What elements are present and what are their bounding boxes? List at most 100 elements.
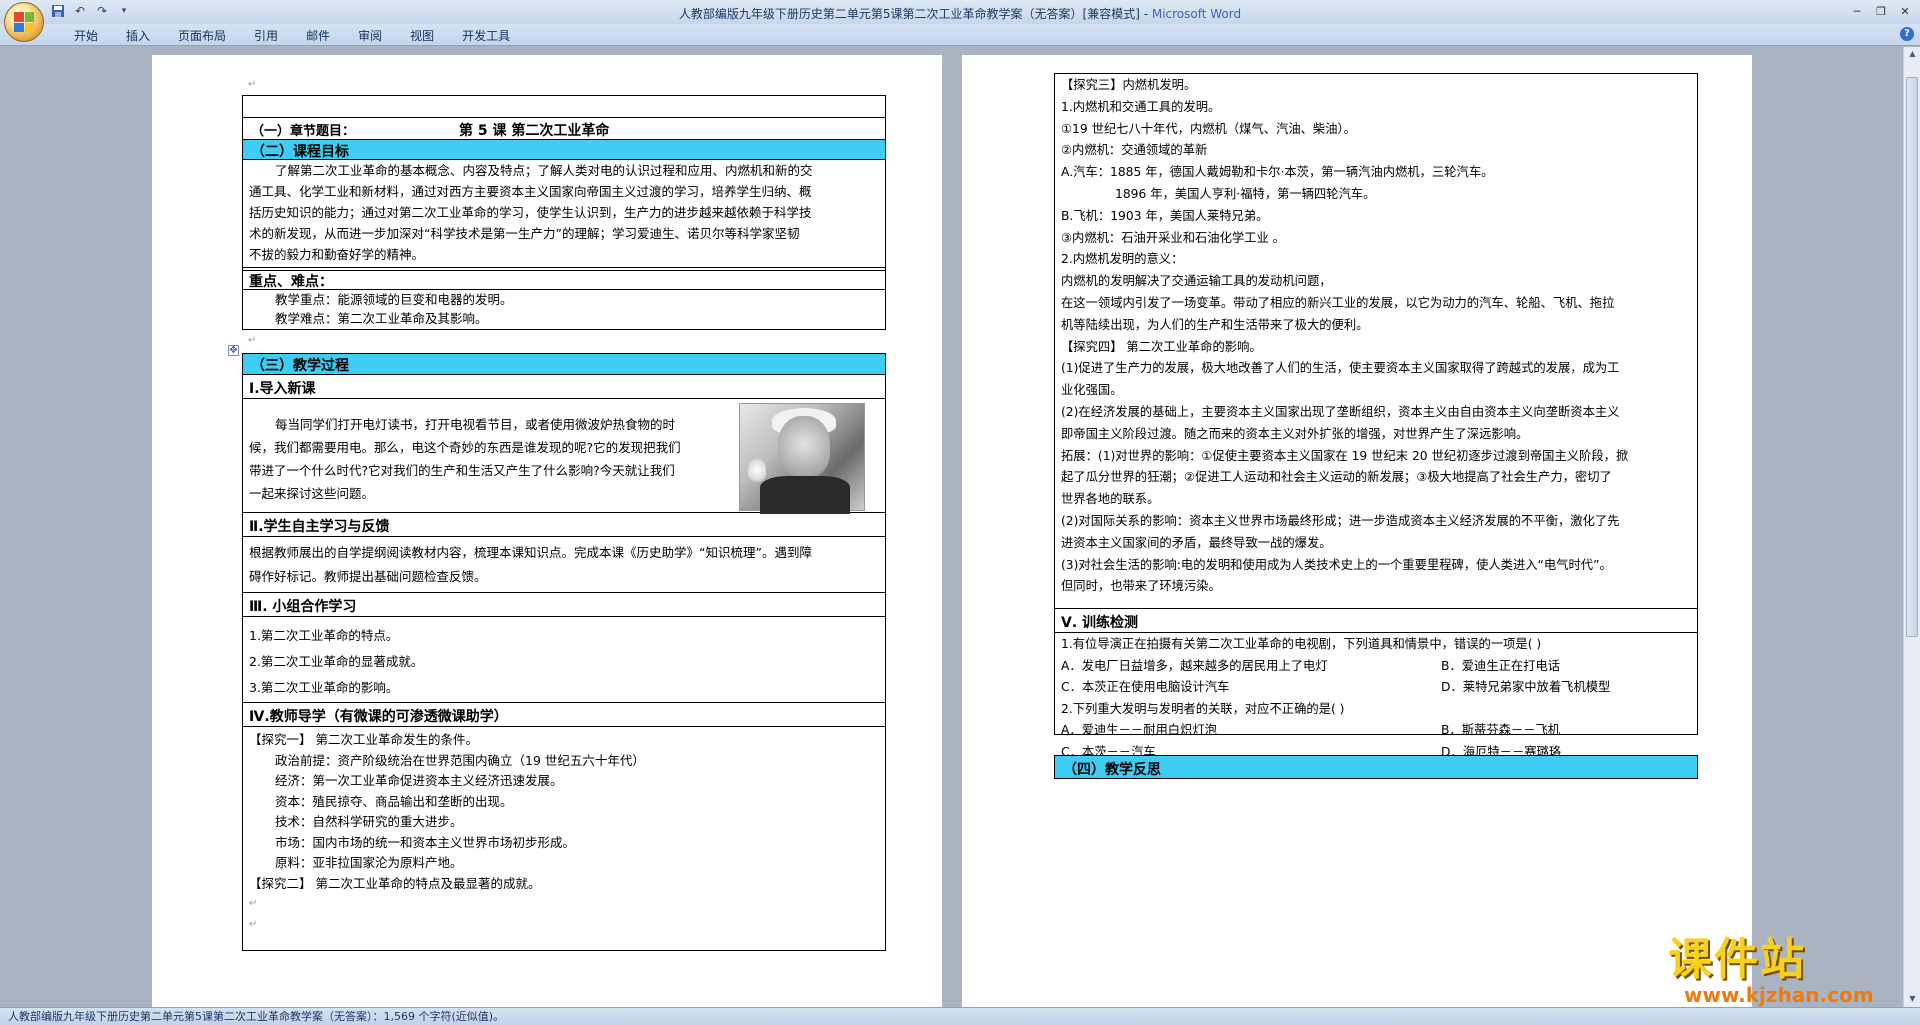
office-logo-icon <box>14 12 34 32</box>
window-title: 人教部编版九年级下册历史第二单元第5课第二次工业革命教学案（无答案）[兼容模式]… <box>0 5 1920 22</box>
status-text: 人教部编版九年级下册历史第二单元第5课第二次工业革命教学案（无答案）：1,569… <box>8 1010 505 1023</box>
key-heading-row: 重点、难点： <box>243 270 885 290</box>
document-page-1: ↵ （一）章节题目： 第 5 课 第二次工业革命 （二）课程目标 了解第二次工业… <box>152 55 942 1007</box>
question-1-option-d: D．莱特兄弟家中放着飞机模型 <box>1441 680 1611 694</box>
self-study-line: 根据教师展出的自学提纲阅读教材内容，梳理本课知识点。完成本课《历史助学》“知识梳… <box>249 545 812 560</box>
light-bulb-icon <box>748 458 766 482</box>
intro-line: 候，我们都需要用电。那么，电这个奇妙的东西是谁发现的呢?它的发现把我们 <box>249 440 681 455</box>
inquiry-three-line: 【探究三】内燃机发明。 <box>1061 78 1197 92</box>
process-heading: （三）教学过程 <box>251 358 349 374</box>
ribbon: 开始 插入 页面布局 引用 邮件 审阅 视图 开发工具 ? <box>0 24 1920 46</box>
status-bar: 人教部编版九年级下册历史第二单元第5课第二次工业革命教学案（无答案）：1,569… <box>0 1007 1920 1025</box>
chapter-label: （一）章节题目： <box>251 124 356 139</box>
document-title: 人教部编版九年级下册历史第二单元第5课第二次工业革命教学案（无答案）[兼容模式]… <box>678 7 1152 21</box>
goals-table: （一）章节题目： 第 5 课 第二次工业革命 （二）课程目标 了解第二次工业革命… <box>242 95 886 271</box>
goal-line: 括历史知识的能力；通过对第二次工业革命的学习，使学生认识到，生产力的进步越来越依… <box>249 205 812 220</box>
s3-heading-row: Ⅲ. 小组合作学习 <box>243 593 885 617</box>
office-button[interactable] <box>4 2 44 42</box>
question-2-option-a: A．爱迪生－－耐用白炽灯泡 <box>1061 723 1217 737</box>
extension-line: 拓展：(1)对世界的影响：①促使主要资本主义国家在 19 世纪末 20 世纪初逐… <box>1061 448 1629 463</box>
list-item: 3.第二次工业革命的影响。 <box>249 680 399 695</box>
extension-line: 但同时，也带来了环境污染。 <box>1061 579 1221 594</box>
site-watermark-logo: 课件站 www.kjzhan.com <box>1668 934 1908 1006</box>
difficulty-text: 教学难点：第二次工业革命及其影响。 <box>275 311 488 326</box>
s2-heading-row: Ⅱ.学生自主学习与反馈 <box>243 513 885 537</box>
inquiry-line: 技术：自然科学研究的重大进步。 <box>275 814 463 829</box>
list-item: 2.第二次工业革命的显著成就。 <box>249 654 424 669</box>
tab-page-layout[interactable]: 页面布局 <box>164 27 240 45</box>
close-icon[interactable]: ✕ <box>1894 2 1916 20</box>
inquiry-three-line: ①19 世纪七八十年代，内燃机（煤气、汽油、柴油）。 <box>1061 121 1356 136</box>
inquiry-line: 经济：第一次工业革命促进资本主义经济迅速发展。 <box>275 773 563 788</box>
question-1-option-b: B．爱迪生正在打电话 <box>1441 658 1561 673</box>
s2-heading: Ⅱ.学生自主学习与反馈 <box>249 519 390 535</box>
question-1-option-c: C．本茨正在使用电脑设计汽车 <box>1061 680 1230 694</box>
tab-view[interactable]: 视图 <box>396 27 448 45</box>
ribbon-tabs: 开始 插入 页面布局 引用 邮件 审阅 视图 开发工具 <box>60 27 524 45</box>
help-icon[interactable]: ? <box>1900 27 1914 41</box>
s4-heading: Ⅳ.教师导学（有微课的可渗透微课助学） <box>249 709 508 725</box>
inquiry-line: 原料：亚非拉国家沦为原料产地。 <box>275 855 463 870</box>
s1-heading-row: Ⅰ.导入新课 <box>243 375 885 399</box>
reflection-heading: （四）教学反思 <box>1063 762 1161 778</box>
s1-text-row: 每当同学们打开电灯读书，打开电视看节目，或者使用微波炉热食物的时 候，我们都需要… <box>243 399 885 514</box>
key-point-text: 教学重点：能源领域的巨变和电器的发明。 <box>275 292 513 307</box>
paragraph-mark: ↵ <box>248 79 257 90</box>
goal-line: 了解第二次工业革命的基本概念、内容及特点；了解人类对电的认识过程和应用、内燃机和… <box>275 163 813 178</box>
paragraph-mark: ↵ <box>249 918 258 930</box>
tab-home[interactable]: 开始 <box>60 27 112 45</box>
extension-line: (3)对社会生活的影响:电的发明和使用成为人类技术史上的一个重要里程碑，使人类进… <box>1061 557 1612 572</box>
word-window: ↶ ↷ ▾ 人教部编版九年级下册历史第二单元第5课第二次工业革命教学案（无答案）… <box>0 0 1920 1025</box>
goal-text-row: 了解第二次工业革命的基本概念、内容及特点；了解人类对电的认识过程和应用、内燃机和… <box>243 160 885 268</box>
paragraph-mark: ↵ <box>249 898 258 909</box>
table-move-handle-icon[interactable]: ✥ <box>228 345 239 356</box>
inquiry-three-line: B.飞机：1903 年，美国人莱特兄弟。 <box>1061 208 1269 223</box>
inquiry-line: 【探究一】 第二次工业革命发生的条件。 <box>249 732 478 747</box>
maximize-icon[interactable]: ❐ <box>1870 2 1892 20</box>
question-2: 2.下列重大发明与发明者的关联，对应不正确的是( ) <box>1061 701 1345 716</box>
intro-line: 带进了一个什么时代?它对我们的生产和生活又产生了什么影响?今天就让我们 <box>249 463 675 478</box>
question-2-option-b: B．斯蒂芬森－－飞机 <box>1441 723 1561 737</box>
tab-insert[interactable]: 插入 <box>112 27 164 45</box>
process-table: （三）教学过程 Ⅰ.导入新课 每当同学们打开电灯读书，打开电视看节目，或者使用微… <box>242 353 886 951</box>
chapter-title: 第 5 课 第二次工业革命 <box>459 123 610 139</box>
scrollbar-thumb[interactable] <box>1906 77 1918 637</box>
extension-line: 世界各地的联系。 <box>1061 492 1160 507</box>
watermark-title: 课件站 <box>1668 934 1806 985</box>
table-row <box>243 96 885 118</box>
tab-review[interactable]: 审阅 <box>344 27 396 45</box>
intro-line: 每当同学们打开电灯读书，打开电视看节目，或者使用微波炉热食物的时 <box>275 417 676 432</box>
tab-references[interactable]: 引用 <box>240 27 292 45</box>
vertical-scrollbar[interactable]: ▲ ▼ <box>1903 47 1920 1007</box>
tab-mailings[interactable]: 邮件 <box>292 27 344 45</box>
goal-line: 不拔的毅力和勤奋好学的精神。 <box>249 247 425 262</box>
inquiry-line: 政治前提：资产阶级统治在世界范围内确立（19 世纪五六十年代） <box>275 752 645 768</box>
edison-photo <box>739 403 865 514</box>
inquiry-three-line: 2.内燃机发明的意义： <box>1061 252 1184 267</box>
key-heading: 重点、难点： <box>249 274 333 290</box>
extension-line: (2)对国际关系的影响：资本主义世界市场最终形成；进一步造成资本主义经济发展的不… <box>1061 513 1620 528</box>
tab-developer[interactable]: 开发工具 <box>448 27 524 45</box>
goal-line: 术的新发现，从而进一步加深对“科学技术是第一生产力”的理解；学习爱迪生、诺贝尔等… <box>249 226 800 241</box>
inquiry-three-line: ②内燃机：交通领域的革新 <box>1061 143 1208 158</box>
question-1-option-a: A．发电厂日益增多，越来越多的居民用上了电灯 <box>1061 658 1328 673</box>
goal-line: 通工具、化学工业和新材料，通过对西方主要资本主义国家向帝国主义过渡的学习，培养学… <box>249 184 812 199</box>
key-points-table: 重点、难点： 教学重点：能源领域的巨变和电器的发明。 教学难点：第二次工业革命及… <box>242 270 886 330</box>
inquiry-four-line: 业化强国。 <box>1061 383 1123 398</box>
inquiry-three-line: A.汽车：1885 年，德国人戴姆勒和卡尔·本茨，第一辆汽油内燃机，三轮汽车。 <box>1061 165 1494 180</box>
extension-line: 起了瓜分世界的狂潮；②促进工人运动和社会主义运动的新发展；③极大地提高了社会生产… <box>1061 470 1612 485</box>
list-item: 1.第二次工业革命的特点。 <box>249 628 399 643</box>
inquiry-four-line: (1)促进了生产力的发展，极大地改善了人们的生活，使主要资本主义国家取得了跨越式… <box>1061 361 1620 376</box>
inquiry-three-line: 在这一领域内引发了一场变革。带动了相应的新兴工业的发展，以它为动力的汽车、轮船、… <box>1061 295 1615 310</box>
intro-line: 一起来探讨这些问题。 <box>249 486 375 501</box>
title-bar: ↶ ↷ ▾ 人教部编版九年级下册历史第二单元第5课第二次工业革命教学案（无答案）… <box>0 0 1920 42</box>
s2-text-row: 根据教师展出的自学提纲阅读教材内容，梳理本课知识点。完成本课《历史助学》“知识梳… <box>243 537 885 593</box>
process-heading-row: （三）教学过程 <box>243 354 885 375</box>
inquiry-four-line: 【探究四】 第二次工业革命的影响。 <box>1061 339 1262 354</box>
inquiry-four-line: (2)在经济发展的基础上，主要资本主义国家出现了垄断组织，资本主义由自由资本主义… <box>1061 404 1620 419</box>
minimize-icon[interactable]: ─ <box>1846 2 1868 20</box>
scroll-down-icon[interactable]: ▼ <box>1907 994 1918 1005</box>
scroll-up-icon[interactable]: ▲ <box>1907 49 1918 60</box>
s3-text-row: 1.第二次工业革命的特点。 2.第二次工业革命的显著成就。 3.第二次工业革命的… <box>243 617 885 703</box>
app-name: Microsoft Word <box>1151 7 1242 21</box>
